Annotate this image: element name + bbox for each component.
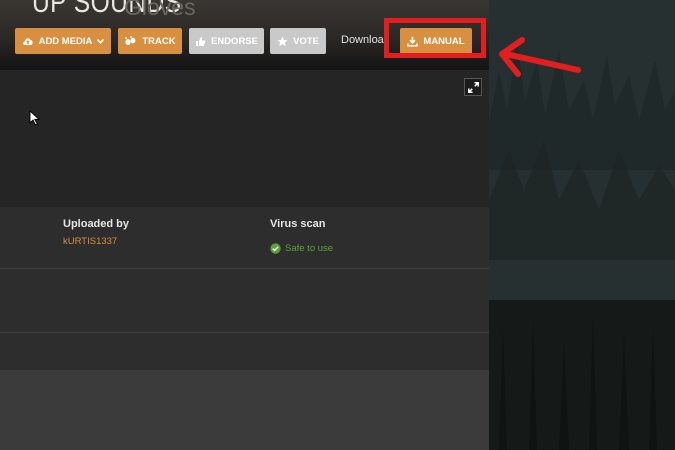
- virus-status-text: Safe to use: [285, 243, 334, 254]
- content-row: [0, 269, 489, 333]
- content-row: [0, 333, 489, 370]
- track-label: TRACK: [142, 35, 176, 47]
- media-viewer: [0, 70, 489, 207]
- endorse-label: ENDORSE: [211, 35, 258, 47]
- endorse-button[interactable]: ENDORSE: [189, 28, 264, 54]
- check-circle-icon: [270, 243, 281, 254]
- vote-label: VOTE: [293, 35, 319, 47]
- highlight-box: [384, 18, 486, 58]
- upload-cloud-icon: [22, 38, 33, 45]
- add-media-button[interactable]: ADD MEDIA: [15, 28, 111, 54]
- virus-scan-status: Safe to use: [270, 243, 333, 254]
- star-icon: [277, 36, 288, 46]
- download-text: Downloa: [341, 34, 384, 46]
- arrow-icon: [499, 37, 581, 77]
- add-media-label: ADD MEDIA: [38, 35, 93, 47]
- chevron-down-icon: [97, 38, 105, 44]
- page-subtitle: Gloves: [124, 0, 196, 20]
- cursor-icon: [29, 110, 40, 126]
- vote-button[interactable]: VOTE: [270, 28, 326, 54]
- file-info-row: Uploaded by kURTIS1337 Virus scan Safe t…: [0, 207, 489, 269]
- expand-icon: [467, 81, 479, 93]
- page-body: [0, 370, 489, 450]
- thumbs-up-icon: [196, 36, 206, 46]
- virus-scan-label: Virus scan: [270, 218, 326, 230]
- track-icon: [125, 36, 136, 45]
- expand-button[interactable]: [464, 78, 482, 96]
- uploader-link[interactable]: kURTIS1337: [63, 236, 117, 247]
- track-button[interactable]: TRACK: [118, 28, 182, 54]
- uploaded-by-label: Uploaded by: [63, 218, 130, 230]
